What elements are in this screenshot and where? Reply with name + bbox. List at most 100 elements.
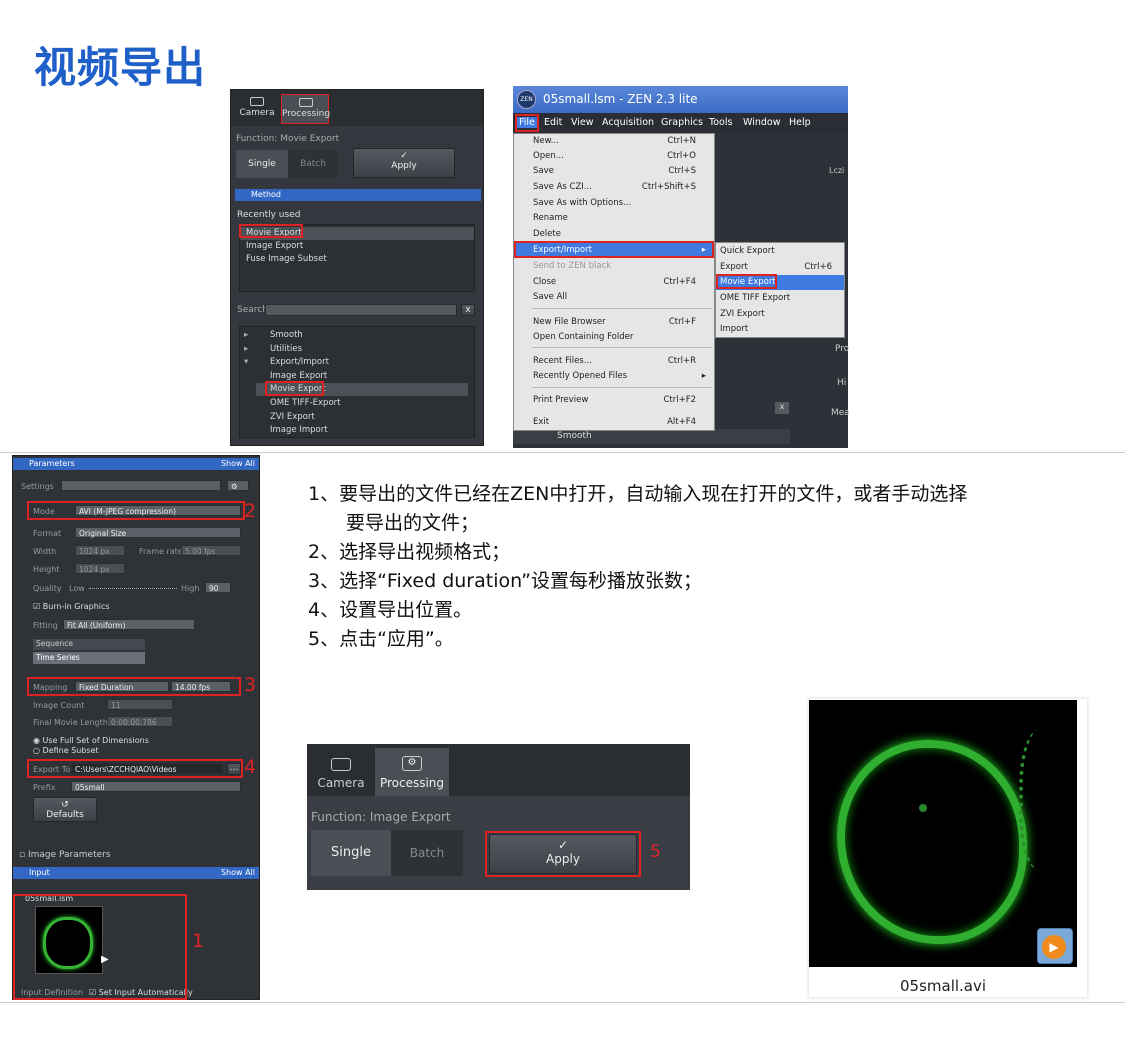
step-5: 5、点击“应用”。 (308, 628, 454, 650)
bg-label: Pro (835, 344, 850, 354)
define-subset-radio[interactable]: ○ Define Subset (33, 746, 99, 755)
tab-camera[interactable]: Camera (309, 750, 373, 796)
menu-item-rename[interactable]: Rename (514, 211, 714, 226)
bg-label: Hi (837, 378, 847, 388)
highlight-box (716, 274, 777, 289)
menu-edit[interactable]: Edit (544, 117, 562, 128)
frame-rate-field[interactable]: 5.00 fps (181, 545, 241, 556)
settings-select[interactable] (61, 480, 221, 491)
highlight-box (485, 831, 641, 877)
single-button[interactable]: Single (236, 150, 288, 178)
apply-panel: Camera ⚙ Processing Function: Image Expor… (307, 744, 690, 890)
cell-spot (919, 804, 927, 812)
gear-icon (299, 98, 313, 107)
video-file-icon: ▶ (1037, 928, 1073, 964)
tree-item[interactable]: OME TIFF-Export (270, 397, 340, 410)
menu-help[interactable]: Help (789, 117, 811, 128)
step-1: 1、要导出的文件已经在ZEN中打开，自动输入现在打开的文件，或者手动选择 (308, 483, 968, 505)
menu-item-import[interactable]: Import (716, 322, 844, 337)
menu-item-recent-files[interactable]: Recent Files... Ctrl+R (514, 354, 714, 369)
final-length-label: Final Movie Length (33, 718, 108, 727)
tree-item[interactable]: Smooth (270, 329, 303, 342)
use-full-radio[interactable]: ◉ Use Full Set of Dimensions (33, 736, 149, 745)
menu-item-open[interactable]: Open... Ctrl+O (514, 149, 714, 164)
fitting-label: Fitting (33, 621, 58, 630)
step-1-cont: 要导出的文件； (346, 512, 480, 534)
file-menu: New... Ctrl+N Open... Ctrl+O Save Ctrl+S Sa… (513, 133, 715, 431)
menu-item-save[interactable]: Save Ctrl+S (514, 164, 714, 179)
menu-item-close[interactable]: Close Ctrl+F4 (514, 275, 714, 290)
bg-clear-button[interactable]: x (775, 402, 789, 414)
batch-button[interactable]: Batch (391, 830, 463, 876)
parameters-header[interactable]: Parameters Show All (13, 458, 259, 470)
bg-smooth-item[interactable]: Smooth (513, 429, 790, 444)
collapse-icon[interactable]: ▾ (244, 356, 248, 369)
tree-item[interactable]: Image Import (270, 424, 328, 437)
expand-icon[interactable]: ▸ (244, 329, 248, 342)
tree-item[interactable]: ZVI Export (270, 411, 315, 424)
list-item[interactable]: Fuse Image Subset (246, 253, 327, 266)
highlight-box (239, 224, 303, 238)
menu-item-new[interactable]: New... Ctrl+N (514, 134, 714, 149)
marker-4: 4 (244, 756, 257, 778)
frame-rate-label: Frame rate (139, 547, 183, 556)
menu-tools[interactable]: Tools (709, 117, 732, 128)
menu-item-open-folder[interactable]: Open Containing Folder (514, 330, 714, 345)
menu-item-zvi-export[interactable]: ZVI Export (716, 307, 844, 322)
highlight-box (27, 501, 245, 520)
recently-used-label: Recently used (237, 210, 301, 220)
list-item[interactable]: Image Export (246, 240, 303, 253)
menu-item-exit[interactable]: Exit Alt+F4 (514, 415, 714, 430)
menu-window[interactable]: Window (743, 117, 780, 128)
menu-item-save-as-options[interactable]: Save As with Options... (514, 196, 714, 211)
image-parameters-header[interactable]: ▫ Image Parameters (19, 850, 111, 860)
input-header[interactable]: Input Show All (13, 867, 259, 879)
prefix-field[interactable]: 05small (71, 781, 241, 792)
height-label: Height (33, 565, 60, 574)
quality-high-label: High (181, 584, 200, 593)
step-2: 2、选择导出视频格式； (308, 541, 511, 563)
menu-item-print-preview[interactable]: Print Preview Ctrl+F2 (514, 393, 714, 408)
apply-button[interactable]: ✓ Apply (353, 148, 455, 178)
tab-camera[interactable]: Camera (233, 94, 281, 124)
menu-item-recently-opened[interactable]: Recently Opened Files ▸ (514, 369, 714, 384)
menu-item-export[interactable]: Export Ctrl+6 (716, 260, 844, 275)
prefix-label: Prefix (33, 783, 56, 792)
tree-item[interactable]: Utilities (270, 343, 302, 356)
settings-menu-button[interactable]: ⚙ (227, 480, 249, 491)
format-select[interactable]: Original Size (75, 527, 241, 538)
search-clear-button[interactable]: x (461, 304, 475, 316)
menu-item-save-as-czi[interactable]: Save As CZI... Ctrl+Shift+S (514, 180, 714, 195)
menu-item-quick-export[interactable]: Quick Export (716, 244, 844, 259)
expand-icon[interactable]: ▸ (244, 343, 248, 356)
zen-window: ZEN 05small.lsm - ZEN 2.3 lite File Edit… (513, 86, 850, 448)
method-header[interactable]: Method (235, 189, 481, 201)
menu-acquisition[interactable]: Acquisition (602, 117, 654, 128)
fitting-select[interactable]: Fit All (Uniform) (63, 619, 195, 630)
batch-button[interactable]: Batch (288, 150, 338, 178)
search-input[interactable] (265, 304, 457, 316)
search-label: Search (237, 305, 268, 315)
burn-in-checkbox[interactable]: ☑ Burn-in Graphics (33, 602, 110, 611)
bg-label: Mea (831, 408, 850, 418)
time-series-item[interactable]: Time Series (33, 652, 145, 664)
single-button[interactable]: Single (311, 830, 391, 876)
menu-item-save-all[interactable]: Save All (514, 290, 714, 305)
menu-view[interactable]: View (571, 117, 594, 128)
width-field[interactable]: 1024 px (75, 545, 125, 556)
quality-slider[interactable] (89, 588, 177, 589)
menu-graphics[interactable]: Graphics (661, 117, 703, 128)
menu-item-ome-tiff-export[interactable]: OME TIFF Export (716, 291, 844, 306)
marker-5: 5 (650, 842, 661, 862)
defaults-button[interactable]: ↺ Defaults (33, 797, 97, 822)
menu-item-new-file-browser[interactable]: New File Browser Ctrl+F (514, 315, 714, 330)
menu-item-delete[interactable]: Delete (514, 227, 714, 242)
tree-item[interactable]: Export/Import (270, 356, 329, 369)
tab-processing[interactable]: Processing (281, 94, 330, 124)
height-field[interactable]: 1024 px (75, 563, 125, 574)
menu-separator (532, 308, 712, 309)
result-video-thumbnail[interactable]: ▶ (809, 700, 1077, 967)
tab-processing[interactable]: ⚙ Processing (375, 748, 449, 796)
quality-field[interactable]: 90 (205, 582, 231, 593)
cell-fragment (1019, 730, 1069, 870)
